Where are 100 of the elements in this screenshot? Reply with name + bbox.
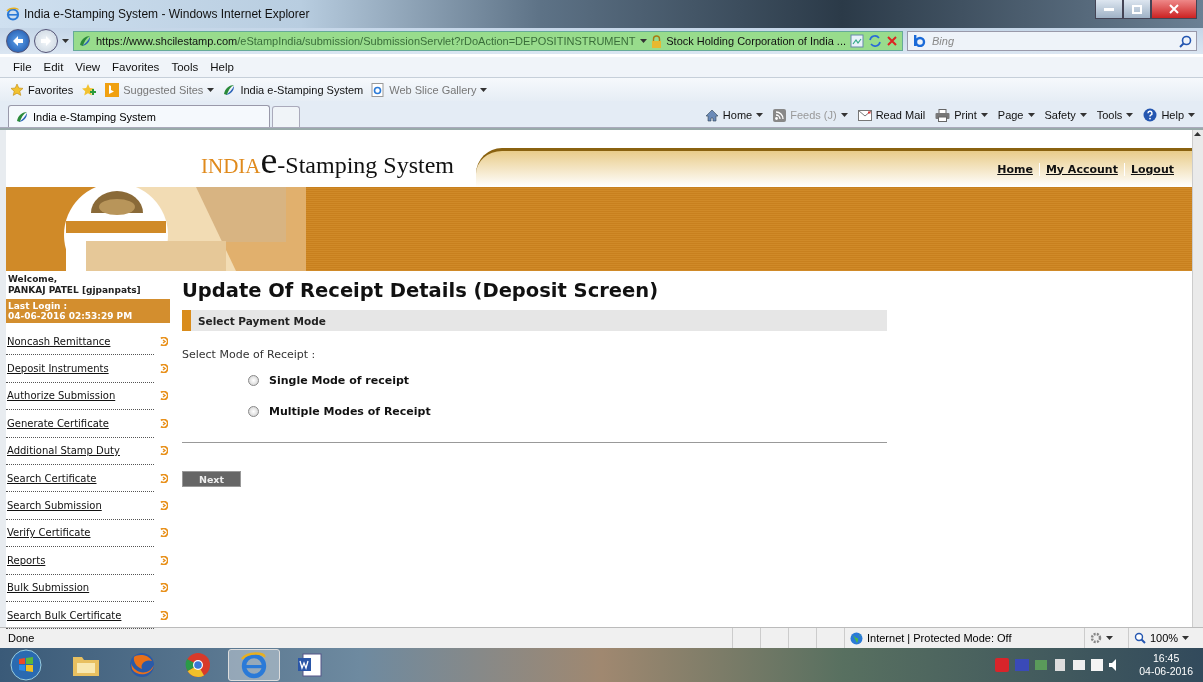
browser-logo-icon: [240, 651, 268, 679]
dropdown-icon[interactable]: [756, 113, 764, 117]
header-link[interactable]: Logout: [1123, 162, 1180, 176]
dropdown-icon[interactable]: [1106, 636, 1113, 640]
clock-date[interactable]: 04-06-2016: [1139, 665, 1193, 678]
maximize-button[interactable]: [1123, 0, 1151, 19]
site-logo: INDIAe-Stamping System: [200, 138, 456, 183]
sidebar-link[interactable]: Search Submission: [6, 500, 102, 512]
taskbar-button[interactable]: [228, 649, 280, 681]
arrow-icon: [159, 336, 168, 346]
search-input[interactable]: Bing: [930, 34, 1175, 48]
search-icon[interactable]: [1179, 34, 1192, 48]
page-title: Update Of Receipt Details (Deposit Screen): [182, 279, 659, 302]
gear-icon[interactable]: [1090, 632, 1102, 644]
chrome-logo-icon: [184, 651, 212, 679]
zoom-icon: [1134, 632, 1146, 644]
command-bar-item[interactable]: Safety: [1044, 109, 1087, 121]
security-zone[interactable]: Internet | Protected Mode: Off: [867, 632, 1012, 644]
page-icon: [371, 82, 386, 97]
arrow-icon: [159, 391, 168, 401]
sidebar-link[interactable]: Generate Certificate: [6, 417, 109, 429]
right-arrow-icon: [40, 35, 52, 47]
sidebar-link[interactable]: Deposit Instruments: [6, 363, 109, 375]
feed-icon: [773, 108, 787, 122]
bing-logo-icon: [105, 82, 120, 97]
scrollbar[interactable]: [1192, 130, 1203, 627]
next-button[interactable]: Next: [182, 471, 241, 487]
site-logo-icon: [222, 82, 237, 97]
command-bar-item[interactable]: Read Mail: [857, 109, 926, 121]
sidebar-link[interactable]: Noncash Remittance: [6, 335, 111, 347]
section-header: Select Payment Mode: [182, 310, 887, 331]
close-icon: [1169, 4, 1179, 14]
menu-item[interactable]: View: [70, 61, 106, 73]
dropdown-icon[interactable]: [1126, 113, 1134, 117]
menu-item[interactable]: Help: [205, 61, 239, 73]
add-favorite-icon[interactable]: [81, 82, 98, 97]
home-icon: [704, 108, 719, 122]
maximize-icon: [1132, 4, 1142, 14]
command-bar-item[interactable]: Help: [1143, 108, 1195, 122]
dropdown-icon[interactable]: [980, 113, 988, 117]
header-link[interactable]: Home: [991, 162, 1039, 176]
mail-icon: [857, 109, 872, 121]
refresh-icon[interactable]: [868, 34, 882, 48]
sidebar-link[interactable]: Authorize Submission: [6, 390, 116, 402]
minimize-button[interactable]: [1095, 0, 1123, 19]
menu-item[interactable]: Tools: [166, 61, 204, 73]
radio-button[interactable]: [248, 375, 259, 386]
forward-button[interactable]: [34, 29, 58, 53]
arrow-icon: [159, 501, 168, 511]
favorites-bar-item[interactable]: Favorites: [10, 82, 74, 97]
stop-icon[interactable]: [886, 35, 898, 47]
sidebar-link[interactable]: Additional Stamp Duty: [6, 445, 120, 457]
search-field[interactable]: Bing: [907, 31, 1197, 51]
site-logo-icon: [78, 34, 92, 48]
dropdown-icon[interactable]: [1027, 113, 1035, 117]
clock-time[interactable]: 16:45: [1153, 652, 1180, 665]
arrow-icon: [159, 446, 168, 456]
close-button[interactable]: [1151, 0, 1197, 19]
sidebar-link[interactable]: Search Bulk Certificate: [6, 609, 122, 621]
site-logo-icon: [15, 109, 29, 124]
zoom-level[interactable]: 100%: [1150, 632, 1179, 644]
command-bar-item[interactable]: Page: [997, 109, 1035, 121]
command-bar-item[interactable]: Home: [704, 108, 764, 122]
prompt-label: Select Mode of Receipt :: [182, 348, 316, 361]
sidebar-link[interactable]: Bulk Submission: [6, 582, 90, 594]
radio-label: Single Mode of receipt: [269, 374, 410, 387]
dropdown-icon[interactable]: [62, 39, 69, 43]
arrow-icon: [159, 473, 168, 483]
last-login-label: Last Login :: [8, 301, 69, 311]
bing-logo-icon: [912, 35, 926, 47]
command-bar-item[interactable]: Print: [935, 108, 988, 122]
last-login-time: 04-06-2016 02:53:29 PM: [8, 311, 134, 321]
dropdown-icon[interactable]: [1188, 113, 1195, 117]
sidebar-link[interactable]: Verify Certificate: [6, 527, 91, 539]
browser-tab[interactable]: India e-Stamping System: [8, 105, 270, 127]
dropdown-icon[interactable]: [1182, 636, 1190, 640]
favorites-bar-item[interactable]: India e-Stamping System: [222, 82, 364, 97]
arrow-icon: [159, 364, 168, 374]
address-bar[interactable]: https://www.shcilestamp.com/eStampIndia/submission/SubmissionServlet?rDoAction=DEPOSITINSTRUMENT Stock Holding Corporation of India ...: [73, 31, 903, 51]
arrow-icon: [159, 583, 168, 593]
command-bar-item[interactable]: Tools: [1096, 109, 1134, 121]
fox-globe-icon: [128, 651, 156, 679]
document-icon: [297, 652, 323, 678]
scroll-up-icon[interactable]: [1193, 130, 1202, 138]
radio-button[interactable]: [248, 406, 259, 417]
minimize-icon: [1104, 7, 1114, 11]
header-link[interactable]: My Account: [1038, 162, 1124, 176]
status-text: Done: [7, 632, 36, 644]
dropdown-icon[interactable]: [640, 39, 648, 43]
left-arrow-icon: [12, 35, 24, 47]
radio-label: Multiple Modes of Receipt: [269, 405, 431, 418]
site-identity[interactable]: Stock Holding Corporation of India ...: [666, 35, 846, 47]
sidebar-link[interactable]: Reports: [6, 554, 46, 566]
menu-item[interactable]: Edit: [38, 61, 69, 73]
menu-item[interactable]: File: [8, 61, 37, 73]
menu-item[interactable]: Favorites: [107, 61, 165, 73]
sidebar-link[interactable]: Search Certificate: [6, 472, 97, 484]
back-button[interactable]: [6, 29, 30, 53]
help-icon: [1143, 108, 1158, 122]
dropdown-icon[interactable]: [1079, 113, 1087, 117]
